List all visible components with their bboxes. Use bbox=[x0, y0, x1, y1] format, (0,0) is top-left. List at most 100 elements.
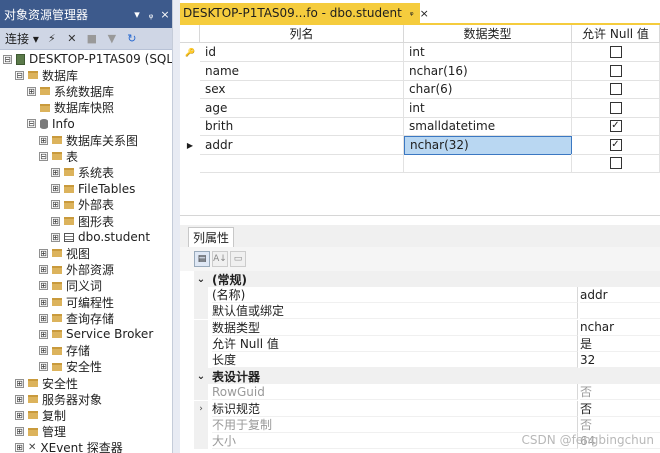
expand-icon[interactable]: ⊞ bbox=[51, 167, 60, 177]
tree-node[interactable]: ⊞ 服务器对象 bbox=[15, 391, 102, 407]
expand-icon[interactable]: ⊞ bbox=[39, 346, 48, 356]
checkbox-unchecked[interactable] bbox=[609, 64, 622, 77]
grid-row[interactable]: ▶ addr nchar(32) ✓ bbox=[180, 135, 660, 155]
checkbox-unchecked[interactable] bbox=[609, 83, 622, 95]
pin-icon[interactable]: ᵩ bbox=[144, 8, 158, 21]
tree-node[interactable]: 数据库快照 bbox=[27, 100, 114, 116]
stop-icon[interactable]: ■ bbox=[85, 32, 99, 46]
tree-node[interactable]: ⊟ 表 bbox=[39, 148, 78, 164]
checkbox-unchecked[interactable] bbox=[609, 157, 622, 169]
cell-data-type[interactable]: char(6) bbox=[404, 80, 572, 99]
property-row[interactable]: (名称) addr bbox=[180, 287, 660, 304]
tree-node[interactable]: ⊞ 同义词 bbox=[39, 278, 102, 294]
refresh-icon[interactable]: ↻ bbox=[125, 32, 139, 46]
tree-node[interactable]: ⊟ Info bbox=[27, 116, 75, 132]
cell-data-type[interactable]: smalldatetime bbox=[404, 117, 572, 136]
grid-row[interactable]: name nchar(16) bbox=[180, 61, 660, 81]
cell-data-type[interactable]: int bbox=[404, 43, 572, 62]
cell-column-name[interactable]: brith bbox=[200, 117, 404, 136]
row-selector[interactable] bbox=[180, 62, 200, 81]
tree-node[interactable]: ⊞ 系统数据库 bbox=[27, 83, 114, 99]
object-explorer-scrollbar[interactable] bbox=[172, 0, 180, 453]
property-value[interactable]: nchar bbox=[580, 320, 660, 336]
expand-icon[interactable]: ⊞ bbox=[39, 329, 48, 339]
expand-icon[interactable]: ⊞ bbox=[39, 135, 48, 145]
checkbox-checked[interactable]: ✓ bbox=[609, 138, 622, 151]
checkbox-unchecked[interactable] bbox=[609, 46, 622, 58]
cell-data-type[interactable]: nchar(32) bbox=[404, 135, 572, 155]
checkbox-checked[interactable]: ✓ bbox=[609, 120, 622, 132]
disconnect-icon[interactable]: ✕ bbox=[65, 32, 79, 46]
property-row[interactable]: 允许 Null 值是 bbox=[180, 335, 660, 352]
expand-icon[interactable]: ⊞ bbox=[39, 313, 48, 323]
grid-row[interactable]: brith smalldatetime ✓ bbox=[180, 117, 660, 136]
tree-node[interactable]: ⊞ 系统表 bbox=[51, 164, 114, 180]
row-selector[interactable] bbox=[180, 154, 200, 173]
property-value[interactable]: addr bbox=[580, 287, 660, 304]
grid-row[interactable] bbox=[180, 154, 660, 173]
collapse-icon[interactable]: ⌄ bbox=[194, 371, 208, 382]
expand-icon[interactable]: ⊞ bbox=[39, 297, 48, 307]
cell-column-name[interactable]: sex bbox=[200, 80, 404, 99]
connect-plug-icon[interactable]: ⚡ bbox=[45, 32, 59, 46]
property-row[interactable]: 默认值或绑定 bbox=[180, 303, 660, 320]
categorized-icon[interactable]: ▤ bbox=[194, 251, 210, 267]
tab-column-properties[interactable]: 列属性 bbox=[188, 227, 235, 247]
expand-icon[interactable]: ⊞ bbox=[51, 232, 60, 242]
cell-column-name[interactable]: name bbox=[200, 61, 404, 81]
expand-icon[interactable]: ⊞ bbox=[15, 394, 24, 404]
panel-splitter[interactable] bbox=[180, 215, 660, 225]
expand-icon[interactable]: ⊞ bbox=[15, 410, 24, 420]
expand-icon[interactable]: ⊞ bbox=[15, 427, 24, 437]
grid-row[interactable]: age int bbox=[180, 98, 660, 118]
tree-node[interactable]: ⊞ 存储 bbox=[39, 343, 90, 359]
tree-node[interactable]: ⊟ 数据库 bbox=[15, 67, 78, 83]
row-selector[interactable] bbox=[180, 117, 200, 136]
cell-column-name[interactable]: addr bbox=[200, 135, 404, 155]
document-tab-dbo-student[interactable]: DESKTOP-P1TAS09...fo - dbo.student ᵩ × bbox=[180, 3, 429, 23]
tree-node[interactable]: ⊞ 查询存储 bbox=[39, 310, 114, 326]
cell-column-name[interactable]: id bbox=[200, 43, 404, 62]
collapse-icon[interactable]: ⊟ bbox=[15, 70, 24, 80]
expand-icon[interactable]: ⊞ bbox=[39, 248, 48, 258]
property-row[interactable]: 长度 32 bbox=[180, 352, 660, 368]
row-selector[interactable] bbox=[180, 80, 200, 99]
collapse-icon[interactable]: ⊟ bbox=[39, 151, 48, 161]
expand-icon[interactable]: ⊞ bbox=[51, 184, 60, 194]
cell-data-type[interactable]: nchar(16) bbox=[404, 61, 572, 81]
expand-icon[interactable]: ⊞ bbox=[39, 281, 48, 291]
cell-data-type[interactable]: int bbox=[404, 98, 572, 118]
property-value[interactable] bbox=[580, 303, 660, 320]
property-value[interactable]: 否 bbox=[580, 417, 660, 433]
expand-icon[interactable]: ⊞ bbox=[51, 200, 60, 210]
current-row-arrow-icon[interactable]: ▶ bbox=[180, 136, 200, 155]
expand-icon[interactable]: ⊞ bbox=[39, 265, 48, 275]
filter-icon[interactable]: ▼ bbox=[105, 32, 119, 46]
dropdown-icon[interactable]: ▾ bbox=[130, 8, 144, 21]
grid-row[interactable]: sex char(6) bbox=[180, 80, 660, 99]
primary-key-icon[interactable]: 🔑 bbox=[180, 43, 200, 62]
property-value[interactable]: 32 bbox=[580, 352, 660, 368]
tree-node[interactable]: ⊞ 安全性 bbox=[15, 375, 78, 391]
property-row[interactable]: › 标识规范否 bbox=[180, 400, 660, 417]
tree-node[interactable]: ⊞ 数据库关系图 bbox=[39, 132, 138, 148]
expand-icon[interactable]: ⊞ bbox=[15, 443, 24, 453]
tree-node[interactable]: ⊞ 外部资源 bbox=[39, 262, 114, 278]
expand-icon[interactable]: ⊞ bbox=[27, 86, 36, 96]
cell-column-name[interactable] bbox=[200, 154, 404, 173]
tree-node[interactable]: ⊞ dbo.student bbox=[51, 229, 150, 245]
property-category[interactable]: ⌄ (常规) bbox=[180, 271, 660, 287]
property-value[interactable]: 是 bbox=[580, 336, 660, 352]
expand-icon[interactable]: ⊞ bbox=[51, 216, 60, 226]
tree-node[interactable]: ⊞ 外部表 bbox=[51, 197, 114, 213]
tree-node[interactable]: ⊞ FileTables bbox=[51, 181, 135, 197]
expand-icon[interactable]: › bbox=[194, 400, 208, 417]
property-pages-icon[interactable]: ▭ bbox=[230, 251, 246, 267]
tree-node[interactable]: ⊞ Service Broker bbox=[39, 326, 153, 342]
close-icon[interactable]: × bbox=[420, 7, 429, 20]
cell-data-type[interactable] bbox=[404, 154, 572, 173]
row-selector[interactable] bbox=[180, 99, 200, 118]
tree-node[interactable]: ⊞ 图形表 bbox=[51, 213, 114, 229]
tree-node[interactable]: ⊞ ✕ XEvent 探查器 bbox=[15, 440, 123, 453]
connect-button[interactable]: 连接 ▾ bbox=[5, 30, 39, 47]
